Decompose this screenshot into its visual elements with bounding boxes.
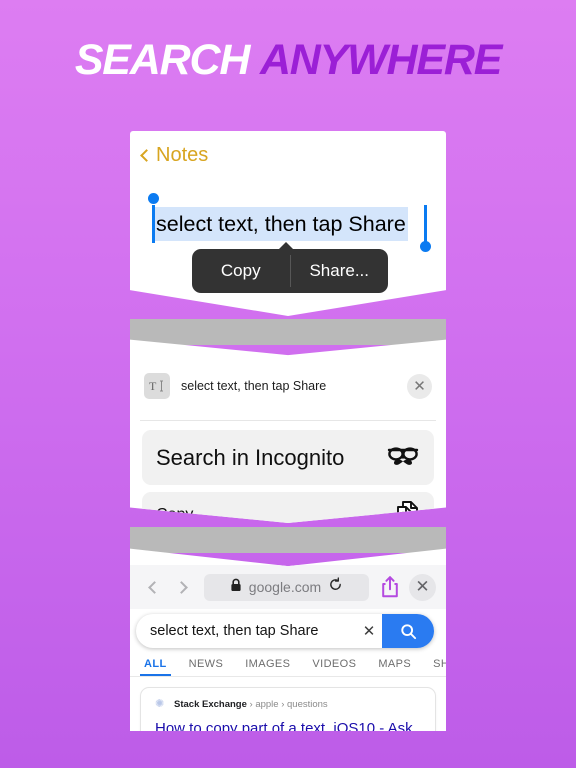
copy-menu-item[interactable]: Copy bbox=[192, 249, 290, 293]
selection-handle-right[interactable] bbox=[424, 205, 427, 243]
tab-videos[interactable]: VIDEOS bbox=[312, 658, 356, 670]
selection-context-menu: Copy Share... bbox=[192, 242, 389, 293]
sheet-divider bbox=[140, 420, 436, 421]
share-sheet-header: T select text, then tap Share ✕ bbox=[130, 358, 446, 414]
google-results-area: select text, then tap Share ✕ ALL NEWS I… bbox=[130, 609, 446, 731]
panel-stack: Notes select text, then tap Share Copy S… bbox=[130, 131, 446, 731]
close-icon[interactable]: ✕ bbox=[407, 373, 432, 399]
result-title-link[interactable]: How to copy part of a text, iOS10 - Ask … bbox=[155, 719, 421, 731]
lock-icon bbox=[230, 578, 242, 597]
tab-images[interactable]: IMAGES bbox=[245, 658, 290, 670]
search-in-incognito-option[interactable]: Search in Incognito bbox=[142, 430, 434, 485]
option-label: Copy bbox=[156, 506, 194, 523]
share-sheet-title: select text, then tap Share bbox=[181, 379, 327, 393]
option-label: Search in Incognito bbox=[156, 444, 345, 470]
close-tab-button[interactable]: ✕ bbox=[409, 573, 436, 601]
stack-exchange-icon: ✺ bbox=[155, 698, 165, 710]
text-selection[interactable]: select text, then tap Share bbox=[148, 193, 431, 252]
headline-word-anywhere: ANYWHERE bbox=[259, 36, 502, 84]
search-result-card[interactable]: ✺ Stack Exchange › apple › questions How… bbox=[140, 687, 436, 731]
panel-shadow-band bbox=[130, 527, 446, 553]
tab-news[interactable]: NEWS bbox=[189, 658, 224, 670]
tab-all[interactable]: ALL bbox=[140, 658, 171, 676]
chevron-left-icon bbox=[148, 580, 161, 594]
address-bar[interactable]: google.com bbox=[204, 573, 369, 601]
clear-icon[interactable]: ✕ bbox=[356, 622, 382, 640]
notes-back-label: Notes bbox=[156, 144, 209, 166]
result-path: › apple › questions bbox=[246, 699, 328, 710]
copy-icon bbox=[394, 499, 420, 523]
search-submit-button[interactable] bbox=[382, 614, 434, 648]
reload-icon[interactable] bbox=[328, 577, 343, 597]
browser-panel: google.com ✕ select text, then tap Share… bbox=[130, 548, 446, 731]
forward-button[interactable] bbox=[170, 580, 196, 594]
notes-panel: Notes select text, then tap Share Copy S… bbox=[130, 131, 446, 316]
selection-handle-right-dot[interactable] bbox=[420, 241, 431, 252]
tab-shopping[interactable]: SHOPPING bbox=[433, 658, 446, 670]
page-title: SEARCH ANYWHERE bbox=[0, 36, 576, 85]
result-breadcrumb: ✺ Stack Exchange › apple › questions bbox=[155, 698, 421, 711]
back-button[interactable] bbox=[140, 580, 166, 594]
search-input[interactable]: select text, then tap Share ✕ bbox=[136, 614, 434, 648]
svg-text:T: T bbox=[149, 379, 157, 393]
selected-text: select text, then tap Share bbox=[154, 207, 408, 241]
headline-word-search: SEARCH bbox=[74, 36, 251, 84]
share-sheet-panel: T select text, then tap Share ✕ Search i… bbox=[130, 339, 446, 523]
chevron-right-icon bbox=[175, 580, 188, 594]
browser-toolbar: google.com ✕ bbox=[130, 565, 446, 609]
url-text: google.com bbox=[248, 579, 322, 595]
search-row: select text, then tap Share ✕ bbox=[130, 614, 446, 648]
share-button[interactable] bbox=[377, 575, 403, 599]
selection-handle-left[interactable] bbox=[152, 205, 155, 243]
selection-handle-left-dot[interactable] bbox=[148, 193, 159, 204]
tab-maps[interactable]: MAPS bbox=[378, 658, 411, 670]
notes-back-button[interactable]: Notes bbox=[140, 144, 209, 167]
chevron-left-icon bbox=[140, 148, 153, 162]
context-menu-pointer bbox=[278, 242, 294, 250]
panel-shadow-band bbox=[130, 319, 446, 345]
search-query-text: select text, then tap Share bbox=[150, 623, 319, 639]
search-tabs: ALL NEWS IMAGES VIDEOS MAPS SHOPPING bbox=[130, 652, 446, 677]
result-site: Stack Exchange bbox=[174, 699, 247, 710]
text-cursor-icon: T bbox=[144, 373, 170, 399]
incognito-icon bbox=[386, 441, 420, 474]
share-menu-item[interactable]: Share... bbox=[291, 249, 389, 293]
copy-option[interactable]: Copy bbox=[142, 492, 434, 523]
